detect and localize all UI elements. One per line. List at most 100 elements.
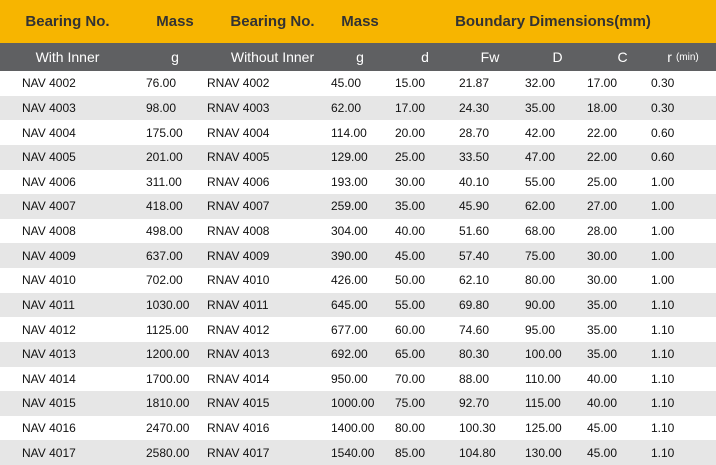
subheader-without-inner: Without Inner	[230, 49, 315, 65]
cell-outer-d: 42.00	[525, 125, 556, 140]
cell-r: 1.10	[651, 371, 675, 386]
cell-fw: 24.30	[459, 100, 490, 115]
cell-bearing-without-inner: RNAV 4015	[207, 396, 270, 411]
header-mass-with-inner: Mass	[156, 13, 194, 30]
cell-outer-d: 110.00	[525, 371, 561, 386]
table-row: NAV 4010 702.00 RNAV 4010 426.00 50.00 62.10 8…	[0, 268, 716, 293]
cell-d: 35.00	[395, 199, 426, 214]
cell-mass-without-inner: 426.00	[331, 273, 368, 288]
table-row: NAV 4003 98.00 RNAV 4003 62.00 17.00 24.30 35.…	[0, 95, 716, 121]
cell-mass-without-inner: 129.00	[331, 150, 368, 165]
subheader-g-with: g	[171, 49, 179, 65]
cell-fw: 104.80	[459, 445, 496, 460]
cell-mass-with-inner: 175.00	[146, 125, 183, 140]
cell-mass-without-inner: 692.00	[331, 347, 368, 362]
cell-mass-with-inner: 201.00	[146, 150, 183, 165]
cell-mass-with-inner: 702.00	[146, 273, 183, 288]
cell-bearing-with-inner: NAV 4002	[22, 76, 76, 91]
cell-bearing-with-inner: NAV 4009	[22, 248, 76, 263]
cell-c: 17.00	[587, 76, 618, 91]
cell-c: 35.00	[587, 297, 618, 312]
cell-bearing-with-inner: NAV 4008	[22, 224, 76, 239]
cell-bearing-with-inner: NAV 4005	[22, 150, 76, 165]
cell-mass-without-inner: 950.00	[331, 371, 368, 386]
cell-bearing-with-inner: NAV 4011	[22, 297, 75, 312]
cell-bearing-with-inner: NAV 4015	[22, 396, 76, 411]
table-row: NAV 4002 76.00 RNAV 4002 45.00 15.00 21.87 32.…	[0, 71, 716, 96]
table-row: NAV 4004 175.00 RNAV 4004 114.00 20.00 28.70 4…	[0, 120, 716, 145]
cell-bearing-with-inner: NAV 4006	[22, 174, 76, 189]
cell-bearing-without-inner: RNAV 4006	[207, 174, 270, 189]
cell-bearing-without-inner: RNAV 4012	[207, 322, 270, 337]
cell-c: 25.00	[587, 174, 618, 189]
header-bearing-no-with-inner: Bearing No.	[25, 13, 110, 30]
table-row: NAV 4017 2580.00 RNAV 4017 1540.00 85.00 104.…	[0, 440, 716, 465]
cell-mass-without-inner: 645.00	[331, 297, 368, 312]
table-row: NAV 4005 201.00 RNAV 4005 129.00 25.00 33.50 4…	[0, 144, 716, 170]
subheader-r-min: (min)	[675, 51, 699, 63]
cell-bearing-without-inner: RNAV 4010	[207, 273, 270, 288]
cell-outer-d: 47.00	[525, 150, 556, 165]
subheader-with-inner: With Inner	[35, 49, 100, 65]
cell-d: 60.00	[395, 322, 426, 337]
cell-mass-with-inner: 1030.00	[146, 297, 190, 312]
table-header-sub: With Inner g Without Inner g d Fw D C r(…	[0, 43, 716, 71]
header-mass-without-inner: Mass	[341, 13, 379, 30]
cell-r: 1.00	[651, 174, 675, 189]
cell-c: 30.00	[587, 248, 618, 263]
cell-bearing-with-inner: NAV 4012	[22, 322, 76, 337]
subheader-fw: Fw	[480, 49, 500, 65]
cell-r: 1.00	[651, 224, 675, 239]
cell-outer-d: 80.00	[525, 273, 556, 288]
header-bearing-no-without-inner: Bearing No.	[230, 13, 315, 30]
cell-bearing-without-inner: RNAV 4004	[207, 125, 270, 140]
cell-c: 27.00	[587, 199, 618, 214]
cell-mass-with-inner: 98.00	[146, 100, 177, 115]
cell-d: 55.00	[395, 297, 426, 312]
cell-outer-d: 55.00	[525, 174, 556, 189]
cell-outer-d: 32.00	[525, 76, 556, 91]
cell-d: 50.00	[395, 273, 426, 288]
cell-bearing-with-inner: NAV 4013	[22, 347, 76, 362]
cell-c: 40.00	[587, 371, 618, 386]
table-row: NAV 4006 311.00 RNAV 4006 193.00 30.00 40.10 5…	[0, 170, 716, 195]
cell-fw: 45.90	[459, 199, 490, 214]
cell-mass-with-inner: 1700.00	[146, 371, 190, 386]
table-row: NAV 4011 1030.00 RNAV 4011 645.00 55.00 69.80…	[0, 292, 716, 318]
cell-r: 0.60	[651, 125, 675, 140]
cell-fw: 74.60	[459, 322, 490, 337]
cell-r: 1.10	[651, 421, 675, 436]
cell-fw: 92.70	[459, 396, 490, 411]
subheader-r: r (min)	[650, 43, 716, 71]
table-body: NAV 4002 76.00 RNAV 4002 45.00 15.00 21.87 32.…	[0, 71, 716, 465]
bearing-spec-table: Bearing No. Mass Bearing No. Mass Bounda…	[0, 0, 716, 465]
cell-bearing-without-inner: RNAV 4014	[207, 371, 270, 386]
cell-outer-d: 130.00	[525, 445, 562, 460]
cell-mass-with-inner: 637.00	[146, 248, 183, 263]
cell-outer-d: 95.00	[525, 322, 556, 337]
cell-r: 1.10	[651, 396, 675, 411]
cell-bearing-without-inner: RNAV 4017	[207, 445, 270, 460]
cell-c: 22.00	[587, 150, 618, 165]
cell-mass-without-inner: 1400.00	[331, 421, 375, 436]
table-row: NAV 4007 418.00 RNAV 4007 259.00 35.00 45.90 6…	[0, 194, 716, 219]
cell-outer-d: 125.00	[525, 421, 562, 436]
cell-d: 30.00	[395, 174, 426, 189]
cell-bearing-with-inner: NAV 4017	[22, 445, 76, 460]
table-row: NAV 4012 1125.00 RNAV 4012 677.00 60.00 74.60…	[0, 317, 716, 342]
cell-fw: 69.80	[459, 297, 490, 312]
cell-fw: 88.00	[459, 371, 490, 386]
cell-r: 1.10	[651, 322, 675, 337]
cell-r: 1.00	[651, 273, 675, 288]
cell-mass-without-inner: 390.00	[331, 248, 368, 263]
cell-mass-with-inner: 76.00	[146, 76, 177, 91]
cell-bearing-without-inner: RNAV 4009	[207, 248, 270, 263]
subheader-g-without: g	[356, 49, 364, 65]
cell-bearing-with-inner: NAV 4007	[22, 199, 76, 214]
cell-bearing-without-inner: RNAV 4003	[207, 100, 270, 115]
cell-c: 35.00	[587, 322, 618, 337]
table-header-top: Bearing No. Mass Bearing No. Mass Bounda…	[0, 0, 716, 43]
cell-mass-without-inner: 259.00	[331, 199, 368, 214]
cell-bearing-without-inner: RNAV 4005	[207, 150, 270, 165]
cell-mass-with-inner: 498.00	[146, 224, 183, 239]
